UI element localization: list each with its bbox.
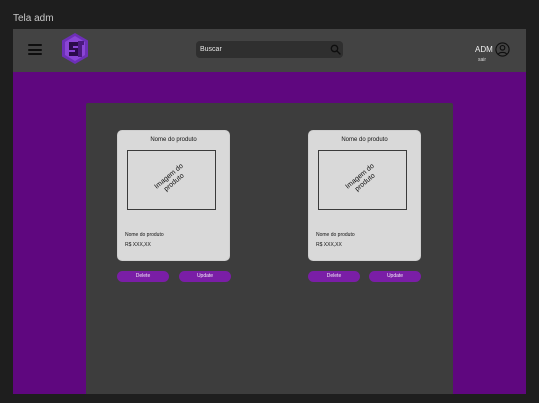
product-card-title: Nome do produto [341,137,388,143]
product-name: Nome do produto [125,232,164,238]
top-bar: ADM sair [13,29,526,72]
product-image-placeholder: Imagem do produto [127,150,216,210]
product-price: R$ XXX,XX [125,242,151,248]
delete-button[interactable]: Delete [117,271,169,282]
product-image-text: Imagem do produto [343,162,377,193]
product-image-text: Imagem do produto [152,162,186,193]
frame-label: Tela adm [13,13,54,24]
product-price: R$ XXX,XX [316,242,342,248]
admin-screen: ADM sair Nome do produto Imagem do produ… [13,29,526,394]
product-image-placeholder: Imagem do produto [318,150,407,210]
logout-link[interactable]: sair [478,57,486,63]
product-card: Nome do produto Imagem do produto Nome d… [117,130,230,261]
product-name: Nome do produto [316,232,355,238]
content-panel: Nome do produto Imagem do produto Nome d… [86,103,453,394]
search-bar [196,41,343,58]
product-card: Nome do produto Imagem do produto Nome d… [308,130,421,261]
user-label: ADM [475,45,493,54]
search-icon[interactable] [330,44,341,55]
product-card-title: Nome do produto [150,137,197,143]
update-button[interactable]: Update [179,271,231,282]
user-account-icon[interactable] [495,42,510,57]
update-button[interactable]: Update [369,271,421,282]
logo-icon [62,33,88,64]
hamburger-menu-icon[interactable] [28,44,42,55]
search-input[interactable] [200,41,320,58]
delete-button[interactable]: Delete [308,271,360,282]
